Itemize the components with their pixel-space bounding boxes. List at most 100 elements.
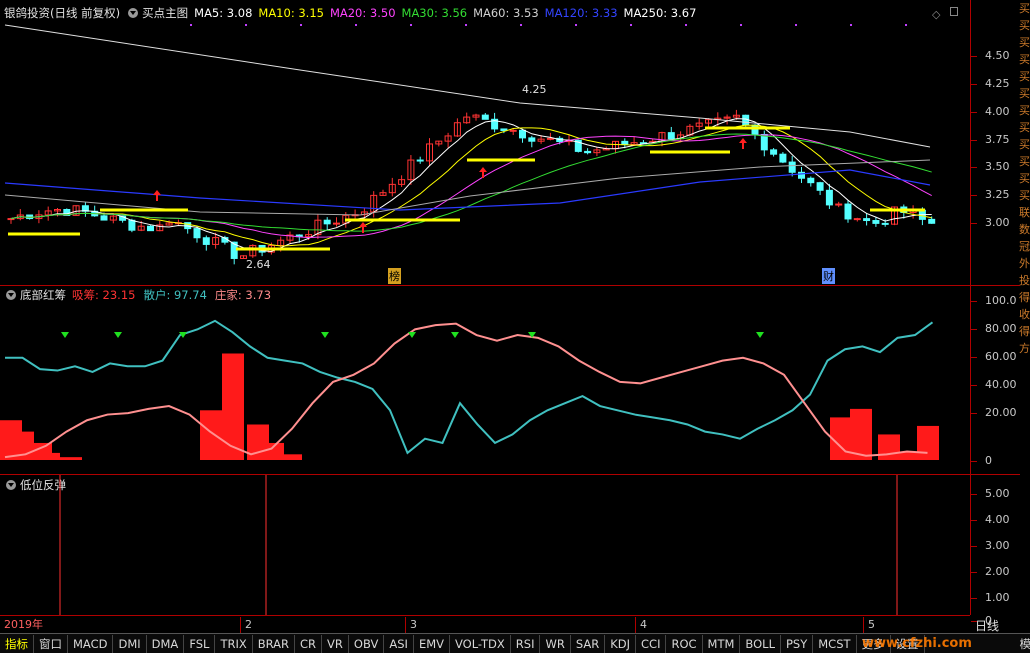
strip-char: 联 (1019, 206, 1030, 219)
strip-char: 得 (1019, 291, 1030, 304)
axis-tick-label: 3.50 (971, 160, 1021, 173)
strip-char: 买 (1019, 19, 1030, 32)
ma120-line (4, 169, 931, 211)
axis-tick-label: 3.00 (971, 539, 1021, 552)
signal-dot (355, 24, 357, 26)
time-label-mar: 3 (405, 617, 417, 633)
tab-boll[interactable]: BOLL (740, 634, 781, 653)
axis-tick-label: 3.25 (971, 188, 1021, 201)
signal-triangle-icon (321, 332, 329, 338)
strip-char: 数 (1019, 223, 1030, 236)
time-axis: 2019年 2 3 4 5 (0, 615, 970, 633)
signal-dot (575, 24, 577, 26)
signal-dot (190, 24, 192, 26)
signal-dot (520, 24, 522, 26)
strip-char: 方 (1019, 342, 1030, 355)
tab-wr[interactable]: WR (540, 634, 571, 653)
axis-tick-label: 40.00 (971, 378, 1021, 391)
tab-mtm[interactable]: MTM (703, 634, 741, 653)
tab-dma[interactable]: DMA (147, 634, 185, 653)
signal-dot (850, 24, 852, 26)
tab-dmi[interactable]: DMI (113, 634, 147, 653)
axis-tick-label: 3.00 (971, 216, 1021, 229)
tab-obv[interactable]: OBV (349, 634, 385, 653)
strip-char: 投 (1019, 274, 1030, 287)
tab-vol-tdx[interactable]: VOL-TDX (450, 634, 511, 653)
pane3-axis: 5.00 4.00 3.00 2.00 1.00 0 (970, 475, 1021, 627)
tab-窗口[interactable]: 窗口 (34, 634, 68, 653)
accumulation-bar (222, 353, 244, 460)
strip-char: 买 (1019, 155, 1030, 168)
tab-mcst[interactable]: MCST (813, 634, 857, 653)
axis-tick-label: 3.75 (971, 133, 1021, 146)
event-marker-list[interactable]: 榜 (388, 268, 401, 284)
tab-fsl[interactable]: FSL (184, 634, 216, 653)
strip-char: 买 (1019, 121, 1030, 134)
price-axis: 4.50 4.25 4.00 3.75 3.50 3.25 3.00 (970, 0, 1020, 285)
tab-模板[interactable]: 模板 (1015, 635, 1030, 653)
event-marker-finance[interactable]: 财 (822, 268, 835, 284)
tab-kdj[interactable]: KDJ (605, 634, 637, 653)
buy-arrow-icon (739, 138, 747, 149)
candle-body (500, 128, 508, 132)
tab-brar[interactable]: BRAR (253, 634, 296, 653)
strip-char: 买 (1019, 70, 1030, 83)
tab-roc[interactable]: ROC (666, 634, 703, 653)
axis-tick-label: 1.00 (971, 591, 1021, 604)
axis-tick-label: 4.25 (971, 77, 1021, 90)
tab-vr[interactable]: VR (322, 634, 349, 653)
strip-char: 买 (1019, 104, 1030, 117)
accumulation-bar (200, 410, 222, 460)
low-price-label: 2.64 (246, 258, 271, 271)
signal-triangle-icon (756, 332, 764, 338)
price-candlestick-chart[interactable] (0, 0, 970, 285)
axis-tick-label: 2.00 (971, 565, 1021, 578)
candle-body (844, 203, 852, 220)
candle-body (825, 189, 833, 206)
signal-triangle-icon (61, 332, 69, 338)
signal-dot (245, 24, 247, 26)
signal-dot (740, 24, 742, 26)
tab-sar[interactable]: SAR (571, 634, 606, 653)
candle-body (770, 149, 778, 155)
axis-tick-label: 20.00 (971, 406, 1021, 419)
strip-char: 买 (1019, 172, 1030, 185)
accumulation-bar (917, 425, 939, 460)
candle-body (193, 228, 201, 239)
time-label-may: 5 (863, 617, 875, 633)
candle-body (147, 225, 154, 232)
strip-char: 买 (1019, 189, 1030, 202)
candle-body (872, 220, 880, 224)
tab-macd[interactable]: MACD (68, 634, 114, 653)
signal-dot (795, 24, 797, 26)
candle-body (7, 218, 15, 221)
tab-asi[interactable]: ASI (384, 634, 414, 653)
accumulation-bar (38, 452, 60, 460)
signal-triangle-icon (408, 332, 416, 338)
tab-psy[interactable]: PSY (781, 634, 814, 653)
tab-cci[interactable]: CCI (636, 634, 667, 653)
pane2-axis: 100.0 80.00 60.00 40.00 20.00 0 (970, 286, 1020, 474)
low-rebound-chart[interactable] (0, 475, 970, 615)
strip-char: 外 (1019, 257, 1030, 270)
signal-triangle-icon (451, 332, 459, 338)
time-label-feb: 2 (240, 617, 252, 633)
bottom-red-chip-chart[interactable] (0, 286, 970, 474)
signal-dot (410, 24, 412, 26)
signal-dot (300, 24, 302, 26)
tab-指标[interactable]: 指标 (0, 634, 34, 653)
strip-char: 冠 (1019, 240, 1030, 253)
tab-rsi[interactable]: RSI (511, 634, 541, 653)
high-price-label: 4.25 (522, 83, 547, 96)
candle-body (528, 137, 536, 142)
period-label[interactable]: 日线 (975, 617, 999, 634)
candle-body (881, 222, 889, 225)
tab-emv[interactable]: EMV (414, 634, 450, 653)
tab-trix[interactable]: TRIX (215, 634, 253, 653)
right-info-strip: 买买买买买买买买买买买买联数冠外投得收得方 (1019, 0, 1030, 633)
strip-char: 得 (1019, 325, 1030, 338)
strip-char: 买 (1019, 138, 1030, 151)
tab-cr[interactable]: CR (295, 634, 323, 653)
candle-body (928, 218, 936, 224)
axis-tick-label: 4.50 (971, 49, 1021, 62)
